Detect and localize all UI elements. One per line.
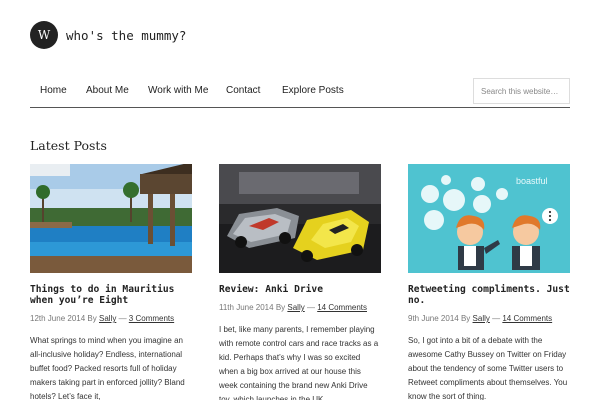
- main-nav: Home About Me Work with Me Contact Explo…: [30, 74, 570, 108]
- post-date: 9th June 2014: [408, 314, 459, 323]
- post-meta: 11th June 2014 By Sally — 14 Comments: [219, 303, 381, 312]
- search-input[interactable]: [473, 78, 570, 104]
- post-date: 12th June 2014: [30, 314, 86, 323]
- post-excerpt: What springs to mind when you imagine an…: [30, 336, 185, 400]
- site-logo[interactable]: W: [30, 21, 58, 49]
- post-card: Things to do in Mauritius when you’re Ei…: [30, 164, 192, 400]
- nav-explore-posts[interactable]: Explore Posts: [282, 85, 344, 96]
- post-thumbnail-resort-pool[interactable]: [30, 164, 192, 273]
- section-title: Latest Posts: [30, 138, 107, 153]
- post-author-link[interactable]: Sally: [99, 314, 116, 323]
- post-by-label: By: [87, 314, 97, 323]
- post-excerpt: So, I got into a bit of a debate with th…: [408, 336, 568, 400]
- boastful-text: boastful: [516, 176, 548, 186]
- meta-separator: —: [492, 314, 501, 323]
- site-header: W who's the mummy?: [30, 21, 186, 49]
- post-card: boastful Retweeting compliments. Just no…: [408, 164, 570, 400]
- site-title[interactable]: who's the mummy?: [66, 28, 186, 43]
- nav-work-with-me[interactable]: Work with Me: [148, 85, 208, 96]
- post-by-label: By: [275, 303, 286, 312]
- post-thumbnail-boastful-cartoon[interactable]: boastful: [408, 164, 570, 273]
- post-title[interactable]: Retweeting compliments. Just no.: [408, 284, 570, 306]
- nav-contact[interactable]: Contact: [226, 85, 260, 96]
- post-thumbnail-toy-cars[interactable]: [219, 164, 381, 273]
- post-comments-link[interactable]: 14 Comments: [502, 314, 552, 323]
- post-author-link[interactable]: Sally: [287, 303, 304, 312]
- post-date: 11th June 2014: [219, 303, 274, 312]
- post-author-link[interactable]: Sally: [473, 314, 490, 323]
- nav-about-me[interactable]: About Me: [86, 85, 129, 96]
- post-title[interactable]: Things to do in Mauritius when you’re Ei…: [30, 284, 192, 306]
- post-by-label: By: [460, 314, 471, 323]
- post-meta: 9th June 2014 By Sally — 14 Comments: [408, 314, 570, 323]
- post-title[interactable]: Review: Anki Drive: [219, 284, 381, 295]
- post-meta: 12th June 2014 By Sally — 3 Comments: [30, 314, 192, 323]
- post-card: Review: Anki Drive 11th June 2014 By Sal…: [219, 164, 381, 400]
- post-comments-link[interactable]: 14 Comments: [317, 303, 367, 312]
- post-excerpt: I bet, like many parents, I remember pla…: [219, 325, 379, 400]
- post-comments-link[interactable]: 3 Comments: [129, 314, 174, 323]
- meta-separator: —: [118, 314, 127, 323]
- meta-separator: —: [306, 303, 315, 312]
- nav-home[interactable]: Home: [40, 85, 67, 96]
